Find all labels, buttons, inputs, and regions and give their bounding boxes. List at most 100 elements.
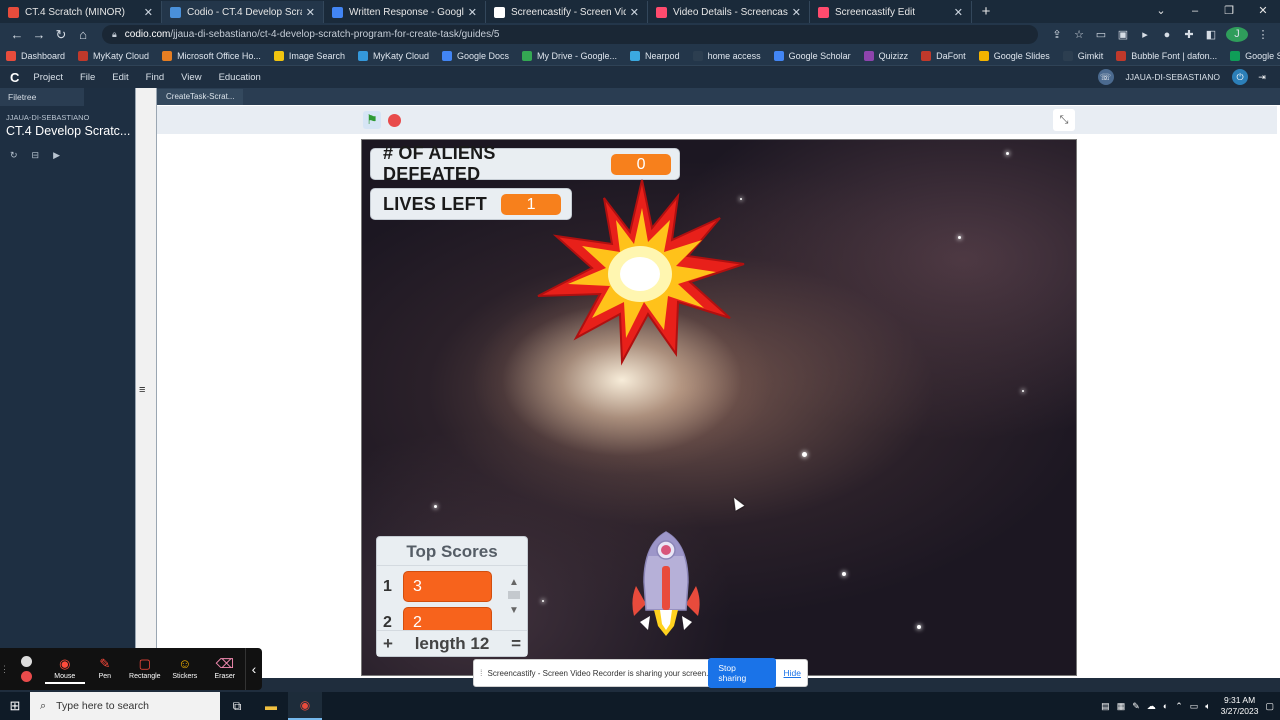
bookmark-item[interactable]: Dashboard xyxy=(6,50,65,61)
stop-recording-icon[interactable] xyxy=(21,671,33,682)
home-icon[interactable]: ⌂ xyxy=(72,27,94,42)
menu-education[interactable]: Education xyxy=(219,72,261,83)
forward-icon[interactable]: → xyxy=(28,27,50,42)
collapse-icon[interactable]: ⊟ xyxy=(32,150,40,161)
menu-file[interactable]: File xyxy=(80,72,95,83)
bookmark-item[interactable]: Google Scholar xyxy=(773,50,851,61)
file-explorer-icon[interactable]: ▬ xyxy=(254,699,288,713)
taskbar-search[interactable]: ⌕ Type here to search xyxy=(30,692,220,720)
codio-logo-icon[interactable]: C xyxy=(10,70,19,85)
bookmark-item[interactable]: Microsoft Office Ho... xyxy=(162,50,261,61)
chrome-icon[interactable]: ◉ xyxy=(288,692,322,720)
tray-app-icon[interactable]: ▤ xyxy=(1101,701,1110,712)
menu-project[interactable]: Project xyxy=(33,72,63,83)
bookmark-item[interactable]: Bubble Font | dafon... xyxy=(1116,50,1217,61)
play-icon[interactable]: ▸ xyxy=(1134,28,1156,41)
stop-icon[interactable] xyxy=(388,114,401,127)
bookmark-star-icon[interactable]: ☆ xyxy=(1068,28,1090,41)
bookmark-item[interactable]: Nearpod xyxy=(630,50,680,61)
browser-menu-icon[interactable]: ⋮ xyxy=(1252,28,1274,41)
browser-tab[interactable]: Screencastify Edit ✕ xyxy=(810,1,972,23)
power-icon[interactable]: ⏻ xyxy=(1232,69,1248,85)
menu-view[interactable]: View xyxy=(181,72,201,83)
url-field[interactable]: 🔒︎ codio.com /jjaua-di-sebastiano/ct-4-d… xyxy=(102,25,1038,44)
bookmark-item[interactable]: Google Docs xyxy=(441,50,509,61)
back-icon[interactable]: ← xyxy=(6,27,28,42)
tray-app-icon[interactable]: ☁ xyxy=(1147,701,1156,712)
windows-start-icon[interactable]: ⊞ xyxy=(0,698,30,714)
stop-sharing-button[interactable]: Stop sharing xyxy=(708,658,776,688)
tool-pen-button[interactable]: ✎ Pen xyxy=(85,655,125,684)
close-tab-icon[interactable]: ✕ xyxy=(144,6,153,19)
browser-tab[interactable]: Codio - CT.4 Develop Scratc ✕ xyxy=(162,1,324,23)
pause-icon[interactable] xyxy=(21,656,33,667)
share-icon[interactable]: ⇪ xyxy=(1046,28,1068,41)
tray-app-icon[interactable]: ▦ xyxy=(1117,701,1126,712)
reload-icon[interactable]: ↻ xyxy=(50,27,72,43)
bookmark-item[interactable]: home access xyxy=(692,50,761,61)
list-scrollbar[interactable]: ▲ ▼ xyxy=(507,577,521,616)
codio-username[interactable]: JJAUA-DI-SEBASTIANO xyxy=(1126,72,1220,82)
cast-icon[interactable]: ▭ xyxy=(1090,28,1112,41)
menu-find[interactable]: Find xyxy=(146,72,164,83)
bookmark-item[interactable]: Image Search xyxy=(273,50,345,61)
panel-splitter[interactable]: ≡ xyxy=(135,88,157,678)
extension-icon[interactable]: ▣ xyxy=(1112,28,1134,41)
volume-icon[interactable]: 🔈︎ xyxy=(1205,701,1210,712)
browser-tab[interactable]: Written Response - Google Docs ✕ xyxy=(324,1,486,23)
tab-search-icon[interactable]: ⌄ xyxy=(1144,0,1178,22)
phone-icon[interactable]: ☏ xyxy=(1097,69,1114,85)
bookmark-item[interactable]: My Drive - Google... xyxy=(522,50,617,61)
task-view-icon[interactable]: ⧉ xyxy=(220,699,254,714)
browser-tab[interactable]: Screencastify - Screen Video Rec ✕ xyxy=(486,1,648,23)
close-tab-icon[interactable]: ✕ xyxy=(306,6,315,19)
close-tab-icon[interactable]: ✕ xyxy=(630,6,639,19)
refresh-icon[interactable]: ↻ xyxy=(10,150,18,161)
browser-tab[interactable]: CT.4 Scratch (MINOR) ✕ xyxy=(0,1,162,23)
list-resize-handle[interactable]: = xyxy=(511,634,521,654)
puzzle-icon[interactable]: ✚ xyxy=(1178,28,1200,41)
filetree-tab[interactable]: Filetree xyxy=(0,88,84,106)
sidepanel-icon[interactable]: ◧ xyxy=(1200,28,1222,41)
tray-app-icon[interactable]: ✎ xyxy=(1132,701,1140,712)
toolbar-grip-icon[interactable]: ⋮ xyxy=(0,664,9,675)
list-add-button[interactable]: + xyxy=(383,634,393,654)
bookmark-item[interactable]: Google Sheets xyxy=(1230,50,1280,61)
tool-rectangle-button[interactable]: ▢ Rectangle xyxy=(125,655,165,684)
list-item-value[interactable]: 3 xyxy=(403,571,492,602)
drag-handle-icon[interactable]: ≡ xyxy=(139,384,145,396)
hide-link[interactable]: Hide xyxy=(784,668,801,678)
editor-tab[interactable]: CreateTask-Scrat... xyxy=(157,89,244,105)
project-name[interactable]: CT.4 Develop Scratc... xyxy=(0,122,135,140)
system-clock[interactable]: 9:31 AM 3/27/2023 xyxy=(1221,695,1259,717)
close-window-button[interactable]: ✕ xyxy=(1246,0,1280,22)
green-flag-icon[interactable]: ⚑ xyxy=(363,111,381,129)
recording-icon[interactable]: ● xyxy=(1156,29,1178,41)
scratch-stage[interactable]: # OF ALIENS DEFEATED 0 LIVES LEFT 1 Top … xyxy=(361,139,1077,676)
close-tab-icon[interactable]: ✕ xyxy=(792,6,801,19)
bookmark-item[interactable]: MyKaty Cloud xyxy=(357,50,429,61)
profile-avatar[interactable]: J xyxy=(1226,27,1248,42)
exit-fullscreen-icon[interactable]: ⤡ xyxy=(1053,109,1075,131)
browser-tab[interactable]: Video Details - Screencastify ✕ xyxy=(648,1,810,23)
tray-app-icon[interactable]: ◐ xyxy=(1163,701,1168,711)
collapse-toolbar-icon[interactable]: ‹ xyxy=(244,648,262,690)
bookmark-item[interactable]: Gimkit xyxy=(1062,50,1103,61)
tool-eraser-button[interactable]: ⌫ Eraser xyxy=(205,655,245,684)
menu-edit[interactable]: Edit xyxy=(112,72,128,83)
logout-icon[interactable]: ⇥ xyxy=(1254,69,1270,85)
minimize-button[interactable]: – xyxy=(1178,0,1212,22)
notifications-icon[interactable]: ▢ xyxy=(1265,701,1274,712)
bookmark-item[interactable]: Quizizz xyxy=(863,50,908,61)
tool-mouse-button[interactable]: ◉ Mouse xyxy=(44,655,85,684)
bookmark-item[interactable]: Google Slides xyxy=(978,50,1050,61)
show-hidden-icon[interactable]: ⌃ xyxy=(1175,701,1183,712)
bookmark-item[interactable]: MyKaty Cloud xyxy=(78,50,149,61)
share-bar-grip-icon[interactable]: ⁞ xyxy=(480,668,483,678)
close-tab-icon[interactable]: ✕ xyxy=(954,6,963,19)
network-icon[interactable]: ▭ xyxy=(1190,701,1199,712)
bookmark-item[interactable]: DaFont xyxy=(921,50,966,61)
restore-button[interactable]: ❐ xyxy=(1212,0,1246,22)
run-icon[interactable]: ▶ xyxy=(53,150,60,161)
tool-stickers-button[interactable]: ☺ Stickers xyxy=(165,655,205,684)
